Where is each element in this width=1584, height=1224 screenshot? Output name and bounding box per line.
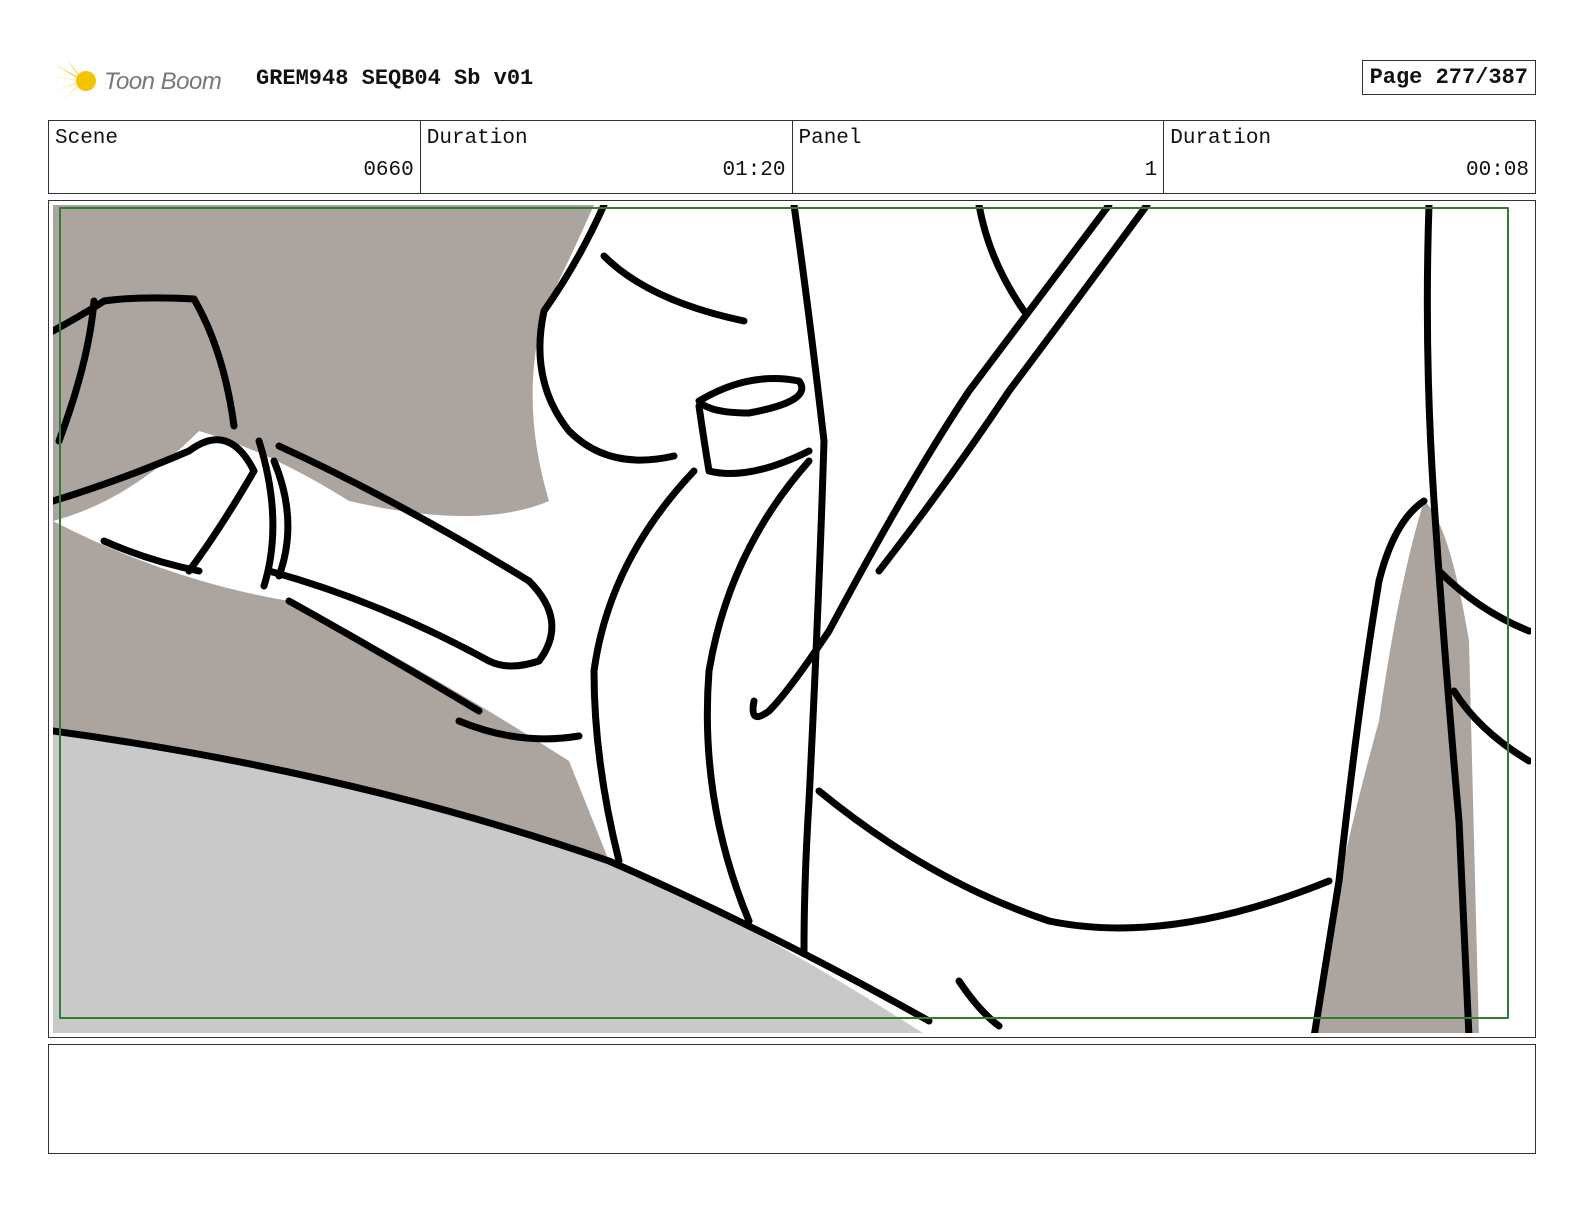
panel-duration-value: 00:08: [1465, 159, 1529, 182]
scene-label: Scene: [55, 127, 119, 150]
strap-line-1: [790, 205, 828, 955]
page-header: Toon Boom GREM948 SEQB04 Sb v01 Page 277…: [52, 52, 1536, 110]
toon-boom-logo: Toon Boom: [52, 56, 242, 106]
shirt-upper-curve: [975, 205, 1028, 315]
scene-value: 0660: [363, 159, 414, 182]
scene-info-table: Scene 0660 Duration 01:20 Panel 1 Durati…: [48, 120, 1536, 194]
collar-ring: [695, 375, 806, 417]
logo-text: Toon Boom: [104, 68, 222, 95]
strap-line-2: [825, 205, 1113, 635]
panel-duration-label: Duration: [1170, 127, 1272, 150]
scene-cell: Scene 0660: [49, 121, 421, 193]
strap-line-3: [875, 205, 1151, 575]
panel-notes-box: [48, 1044, 1536, 1154]
page-indicator: Page 277/387: [1361, 60, 1536, 95]
syringe-band-2: [255, 437, 277, 590]
storyboard-panel: [48, 200, 1536, 1038]
collar-drop: [695, 402, 813, 477]
panel-label: Panel: [798, 127, 862, 150]
syringe-cap: [485, 577, 556, 670]
panel-duration-cell: Duration 00:08: [1164, 121, 1535, 193]
lower-short-stroke: [955, 977, 1003, 1030]
torso-curve-right: [703, 457, 813, 925]
panel-cell: Panel 1: [793, 121, 1165, 193]
panel-value: 1: [1144, 159, 1158, 182]
scene-duration-cell: Duration 01:20: [421, 121, 793, 193]
panel-drawing: [53, 205, 1531, 1033]
scene-duration-value: 01:20: [722, 159, 786, 182]
torso-curve-left: [590, 467, 698, 865]
document-title: GREM948 SEQB04 Sb v01: [256, 66, 534, 91]
scene-duration-label: Duration: [426, 127, 528, 150]
starburst-icon: [52, 58, 96, 102]
body-inner-curve: [600, 252, 748, 325]
belly-curve: [815, 787, 1333, 932]
